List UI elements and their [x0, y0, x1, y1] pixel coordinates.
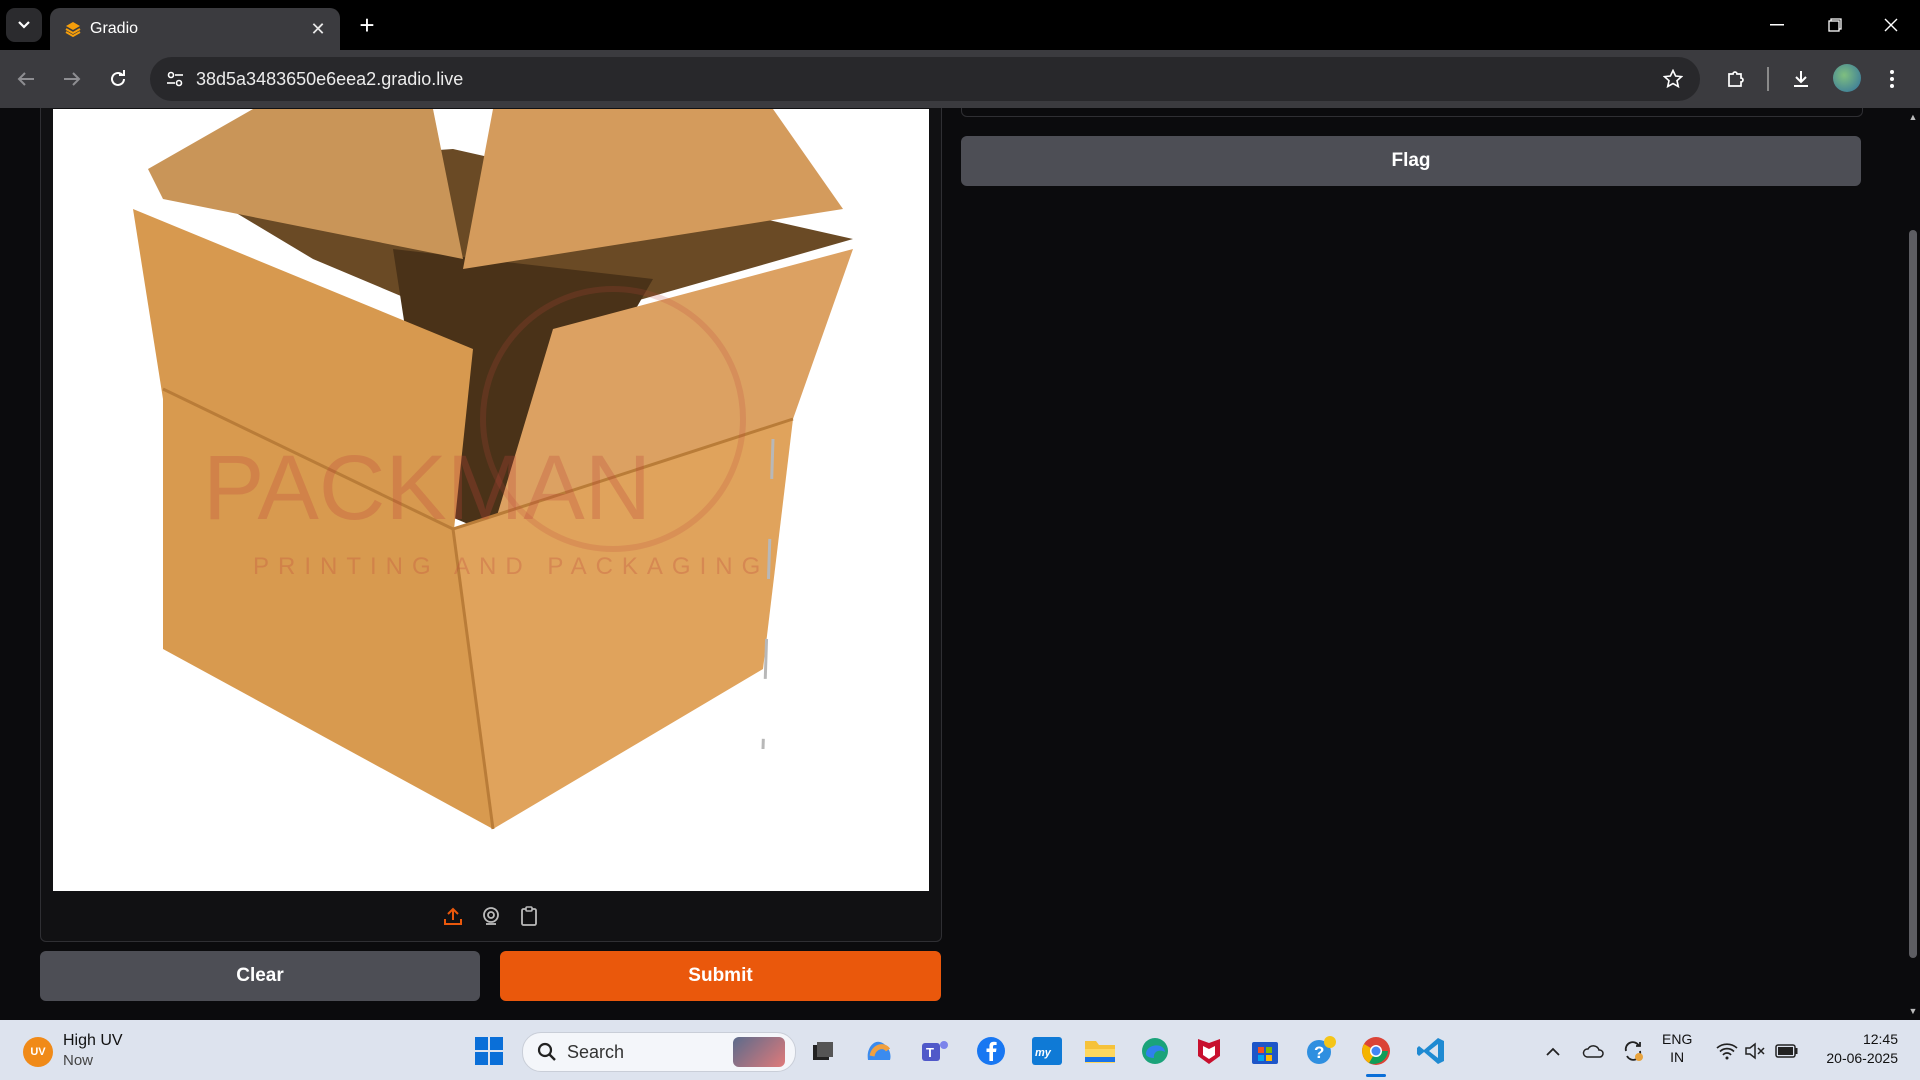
watermark-subtext: PRINTING AND PACKAGING	[253, 553, 769, 580]
teams-icon[interactable]: T	[918, 1034, 952, 1068]
edge-icon[interactable]	[1138, 1034, 1172, 1068]
downloads-icon[interactable]	[1783, 61, 1819, 97]
chrome-active-indicator	[1366, 1074, 1386, 1077]
uv-badge-icon: UV	[23, 1037, 53, 1067]
language-code: ENG	[1662, 1031, 1693, 1047]
onedrive-cloud-icon[interactable]	[1580, 1038, 1606, 1064]
close-window-icon[interactable]	[1862, 0, 1920, 50]
wifi-icon[interactable]	[1714, 1038, 1740, 1064]
webcam-icon[interactable]	[478, 903, 504, 929]
search-placeholder: Search	[567, 1042, 625, 1062]
myhp-icon[interactable]: my	[1030, 1034, 1064, 1068]
reload-icon[interactable]	[100, 61, 136, 97]
submit-button[interactable]: Submit	[500, 951, 941, 1001]
uploaded-image: PACKMAN PRINTING AND PACKAGING	[53, 109, 929, 891]
windows-start-icon[interactable]	[474, 1036, 504, 1066]
minimize-window-icon[interactable]	[1748, 0, 1806, 50]
battery-charging-icon[interactable]	[1774, 1038, 1800, 1064]
sync-icon[interactable]	[1620, 1038, 1646, 1064]
clear-button[interactable]: Clear	[40, 951, 480, 1001]
toolbar-divider	[1767, 67, 1769, 91]
weather-title: High UV	[63, 1032, 123, 1049]
chrome-icon[interactable]	[1359, 1034, 1393, 1068]
clipboard-icon[interactable]	[516, 903, 542, 929]
new-tab-plus-icon[interactable]: +	[352, 10, 382, 40]
restore-window-icon[interactable]	[1806, 0, 1864, 50]
help-icon[interactable]: ?	[1304, 1034, 1338, 1068]
gradio-favicon-icon	[64, 20, 82, 38]
scroll-up-arrow-icon[interactable]: ▲	[1906, 110, 1920, 124]
image-source-selector	[41, 891, 941, 941]
tab-close-icon[interactable]: ✕	[306, 17, 330, 41]
weather-widget[interactable]: UV High UV Now	[20, 1030, 180, 1070]
microsoft-store-icon[interactable]	[1248, 1034, 1282, 1068]
tray-overflow-chevron-icon[interactable]	[1540, 1038, 1566, 1064]
weather-subtitle: Now	[63, 1052, 94, 1069]
tab-search-button[interactable]	[6, 8, 42, 42]
search-icon	[537, 1042, 557, 1067]
flag-button[interactable]: Flag	[961, 136, 1861, 186]
browser-toolbar: 38d5a3483650e6eea2.gradio.live	[0, 50, 1920, 108]
facebook-icon[interactable]	[974, 1034, 1008, 1068]
taskbar-search-box[interactable]: Search	[522, 1032, 796, 1072]
svg-text:T: T	[926, 1045, 934, 1060]
vscode-icon[interactable]	[1414, 1034, 1448, 1068]
browser-tab-gradio[interactable]: Gradio ✕	[50, 8, 340, 50]
output-panel	[961, 108, 1863, 117]
watermark-text: PACKMAN	[203, 437, 651, 539]
site-info-tune-icon[interactable]	[162, 66, 188, 92]
extensions-puzzle-icon[interactable]	[1718, 61, 1754, 97]
address-bar[interactable]: 38d5a3483650e6eea2.gradio.live	[150, 57, 1700, 101]
svg-text:?: ?	[1314, 1043, 1324, 1062]
browser-tab-strip: Gradio ✕ +	[0, 0, 1920, 50]
copilot-icon[interactable]	[862, 1034, 896, 1068]
mcafee-icon[interactable]	[1192, 1034, 1226, 1068]
bookmark-star-icon[interactable]	[1660, 66, 1686, 92]
tab-title: Gradio	[90, 20, 139, 37]
task-view-icon[interactable]	[806, 1034, 840, 1068]
windows-taskbar: UV High UV Now Search T my ? ENG IN 12:4…	[0, 1020, 1920, 1080]
scroll-down-arrow-icon[interactable]: ▼	[1906, 1004, 1920, 1018]
url-text: 38d5a3483650e6eea2.gradio.live	[196, 69, 464, 89]
taskbar-clock[interactable]: 12:45 20-06-2025	[1810, 1030, 1898, 1068]
file-explorer-icon[interactable]	[1083, 1034, 1117, 1068]
back-arrow-icon[interactable]	[8, 61, 44, 97]
volume-muted-icon[interactable]	[1742, 1038, 1768, 1064]
cardboard-box-image: PACKMAN PRINTING AND PACKAGING	[53, 109, 929, 891]
clock-date: 20-06-2025	[1826, 1050, 1898, 1066]
scrollbar-thumb[interactable]	[1909, 230, 1917, 958]
upload-icon[interactable]	[440, 903, 466, 929]
language-indicator[interactable]: ENG IN	[1662, 1030, 1692, 1066]
page-scrollbar[interactable]: ▲ ▼	[1906, 108, 1920, 1020]
svg-text:my: my	[1035, 1047, 1052, 1059]
forward-arrow-icon[interactable]	[54, 61, 90, 97]
language-region: IN	[1670, 1049, 1685, 1065]
search-highlight-icon	[733, 1037, 785, 1067]
clock-time: 12:45	[1862, 1031, 1898, 1047]
profile-avatar[interactable]	[1833, 64, 1861, 92]
image-input-panel[interactable]: PACKMAN PRINTING AND PACKAGING	[40, 108, 942, 942]
browser-menu-kebab-icon[interactable]	[1874, 61, 1910, 97]
gradio-page: PACKMAN PRINTING AND PACKAGING Clear Sub…	[0, 108, 1906, 1020]
